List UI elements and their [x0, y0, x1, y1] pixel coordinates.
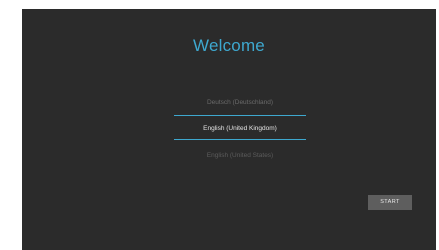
language-picker[interactable]: Deutsch (Deutschland) English (United Ki… [170, 91, 310, 173]
language-option-next[interactable]: English (United States) [170, 152, 310, 159]
picker-divider-bottom [174, 139, 306, 140]
picker-divider-top [174, 115, 306, 116]
start-button[interactable]: START [368, 195, 412, 210]
language-option-selected[interactable]: English (United Kingdom) [170, 125, 310, 132]
language-option-previous[interactable]: Deutsch (Deutschland) [170, 99, 310, 106]
setup-screen: Welcome Deutsch (Deutschland) English (U… [22, 9, 436, 250]
welcome-title: Welcome [193, 36, 265, 55]
